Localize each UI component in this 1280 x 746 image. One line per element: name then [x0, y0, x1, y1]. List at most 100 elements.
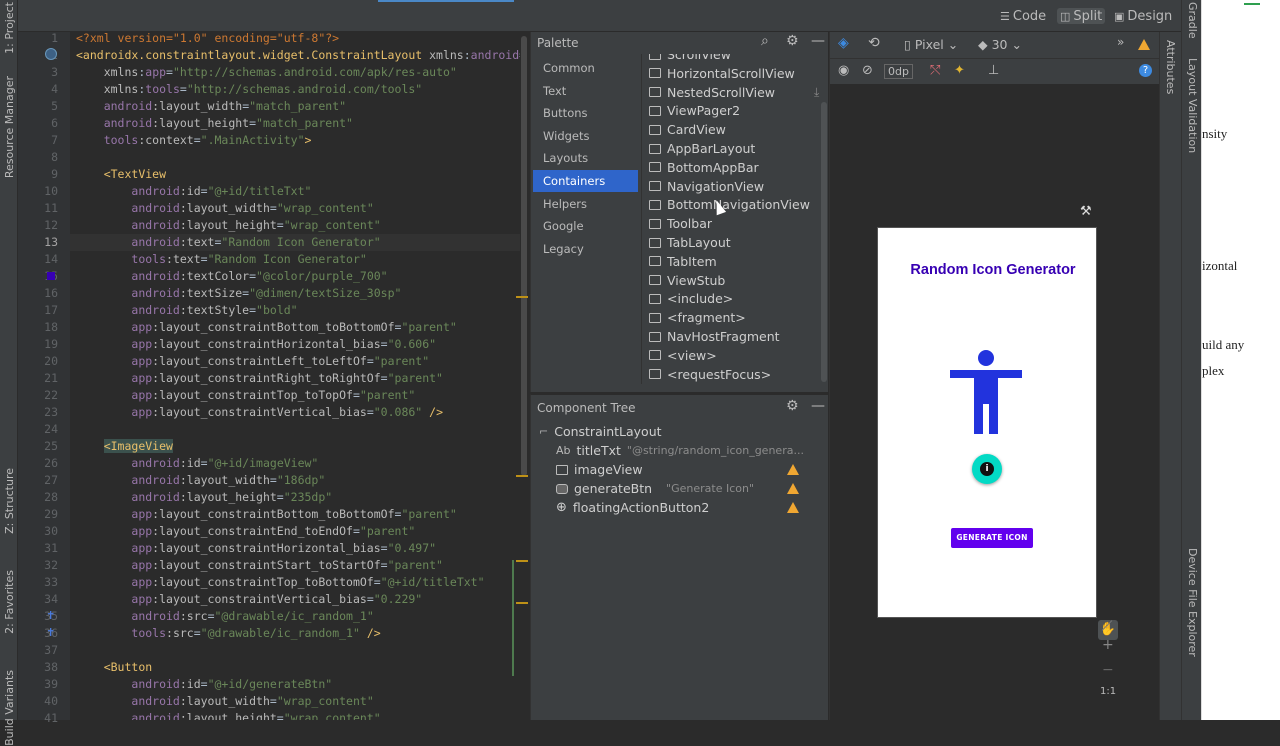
- zoom-actual-size[interactable]: 1:1: [1100, 686, 1116, 697]
- scroll-thumb[interactable]: [521, 36, 527, 476]
- code-line[interactable]: tools:context=".MainActivity">: [76, 132, 312, 149]
- code-line[interactable]: android:layout_width="wrap_content": [76, 693, 373, 710]
- palette-item[interactable]: Toolbar: [649, 214, 712, 233]
- palette-item[interactable]: ViewPager2: [649, 101, 740, 120]
- palette-item[interactable]: CardView: [649, 120, 726, 139]
- code-line[interactable]: android:textColor="@color/purple_700": [76, 268, 387, 285]
- palette-item[interactable]: BottomAppBar: [649, 158, 759, 177]
- code-line[interactable]: android:id="@+id/generateBtn": [76, 676, 332, 693]
- warning-icon[interactable]: [787, 464, 799, 475]
- code-line[interactable]: app:layout_constraintTop_toTopOf="parent…: [76, 387, 415, 404]
- code-line[interactable]: app:layout_constraintBottom_toBottomOf="…: [76, 319, 456, 336]
- download-icon[interactable]: ⤓: [814, 85, 819, 100]
- code-line[interactable]: app:layout_constraintStart_toStartOf="pa…: [76, 557, 443, 574]
- code-line[interactable]: android:layout_width="wrap_content": [76, 200, 373, 217]
- layers-icon[interactable]: ◈: [838, 35, 849, 51]
- clear-constraints-icon[interactable]: ⤲: [930, 63, 940, 78]
- tree-item-fab[interactable]: ⊕ floatingActionButton2: [556, 500, 709, 515]
- warning-icon[interactable]: [1138, 39, 1150, 50]
- palette-item[interactable]: TabLayout: [649, 233, 731, 252]
- palette-item[interactable]: NavigationView: [649, 177, 764, 196]
- code-line[interactable]: <ImageView: [76, 438, 173, 455]
- eye-icon[interactable]: ◉: [838, 63, 849, 78]
- gradle-tab[interactable]: Gradle: [1186, 2, 1199, 39]
- palette-item[interactable]: ViewStub: [649, 271, 725, 290]
- floating-action-button[interactable]: i: [972, 454, 1002, 484]
- code-line[interactable]: app:layout_constraintEnd_toEndOf="parent…: [76, 523, 415, 540]
- palette-item[interactable]: <fragment>: [649, 308, 746, 327]
- code-line[interactable]: android:id="@+id/imageView": [76, 455, 318, 472]
- code-line[interactable]: android:layout_width="186dp": [76, 472, 325, 489]
- code-line[interactable]: app:layout_constraintTop_toBottomOf="@+i…: [76, 574, 484, 591]
- split-mode-button[interactable]: ◫ Split: [1057, 8, 1106, 24]
- code-line[interactable]: tools:src="@drawable/ic_random_1" />: [76, 625, 380, 642]
- code-line[interactable]: <androidx.constraintlayout.widget.Constr…: [76, 47, 528, 64]
- palette-item[interactable]: HorizontalScrollView: [649, 64, 795, 83]
- code-line[interactable]: app:layout_constraintHorizontal_bias="0.…: [76, 336, 436, 353]
- search-icon[interactable]: ⌕: [761, 33, 769, 49]
- palette-item[interactable]: NavHostFragment: [649, 327, 780, 346]
- palette-item[interactable]: TabItem: [649, 252, 717, 271]
- favorites-tab[interactable]: 2: Favorites: [3, 570, 16, 634]
- tree-item-generatebtn[interactable]: generateBtn "Generate Icon": [556, 481, 754, 496]
- api-selector[interactable]: ◆ 30 ⌄: [978, 37, 1022, 52]
- code-line[interactable]: android:layout_height="wrap_content": [76, 710, 380, 720]
- code-line[interactable]: android:layout_height="235dp": [76, 489, 332, 506]
- tree-item-titletxt[interactable]: Ab titleTxt "@string/random_icon_genera.…: [556, 443, 804, 458]
- palette-item[interactable]: <view>: [649, 346, 717, 365]
- editor-scrollbar[interactable]: [520, 36, 528, 716]
- layout-validation-tab[interactable]: Layout Validation: [1186, 58, 1199, 153]
- code-line[interactable]: android:layout_width="match_parent": [76, 98, 346, 115]
- gear-icon[interactable]: ⚙: [786, 33, 799, 49]
- xml-code-editor[interactable]: <?xml version="1.0" encoding="utf-8"?> <a…: [70, 32, 528, 720]
- resource-manager-tab[interactable]: Resource Manager: [3, 76, 16, 178]
- code-mode-button[interactable]: ☰ Code: [1000, 8, 1046, 24]
- code-line[interactable]: app:layout_constraintRight_toRightOf="pa…: [76, 370, 443, 387]
- palette-item[interactable]: BottomNavigationView: [649, 195, 810, 214]
- palette-item[interactable]: AppBarLayout: [649, 139, 755, 158]
- code-line[interactable]: android:text="Random Icon Generator": [70, 234, 528, 251]
- device-selector[interactable]: ▯ Pixel ⌄: [904, 37, 958, 52]
- code-line[interactable]: android:src="@drawable/ic_random_1": [76, 608, 373, 625]
- tree-item-imageview[interactable]: imageView: [556, 462, 643, 477]
- code-line[interactable]: android:layout_height="match_parent": [76, 115, 353, 132]
- minimize-icon[interactable]: —: [811, 398, 825, 414]
- code-line[interactable]: <TextView: [76, 166, 166, 183]
- code-line[interactable]: android:textSize="@dimen/textSize_30sp": [76, 285, 401, 302]
- default-margin-selector[interactable]: 0dp: [884, 64, 913, 79]
- build-variants-tab[interactable]: Build Variants: [3, 670, 16, 746]
- zoom-in-icon[interactable]: +: [1102, 637, 1114, 653]
- code-line[interactable]: app:layout_constraintVertical_bias="0.22…: [76, 591, 422, 608]
- palette-item[interactable]: NestedScrollView: [649, 83, 775, 102]
- code-line[interactable]: app:layout_constraintVertical_bias="0.08…: [76, 404, 443, 421]
- layout-gutter-icon[interactable]: [45, 48, 57, 60]
- tree-root[interactable]: ⌐ ConstraintLayout: [539, 424, 662, 439]
- palette-item[interactable]: ScrollView: [649, 54, 731, 64]
- code-line[interactable]: tools:text="Random Icon Generator": [76, 251, 366, 268]
- preview-title[interactable]: Random Icon Generator: [878, 262, 1096, 278]
- magnet-icon[interactable]: ⊘: [862, 63, 873, 78]
- infer-constraints-icon[interactable]: ✦: [954, 63, 965, 78]
- design-mode-button[interactable]: ▣ Design: [1114, 8, 1172, 24]
- warning-icon[interactable]: [787, 483, 799, 494]
- attributes-tab[interactable]: Attributes: [1164, 40, 1177, 94]
- accessibility-icon[interactable]: [948, 349, 1024, 435]
- more-icon[interactable]: »: [1117, 35, 1124, 49]
- code-line[interactable]: xmlns:app="http://schemas.android.com/ap…: [76, 64, 457, 81]
- code-line[interactable]: android:textStyle="bold": [76, 302, 297, 319]
- structure-tab[interactable]: Z: Structure: [3, 468, 16, 534]
- gear-icon[interactable]: ⚙: [786, 398, 799, 414]
- palette-item[interactable]: <include>: [649, 289, 733, 308]
- orientation-icon[interactable]: ⟲: [868, 35, 880, 51]
- device-file-explorer-tab[interactable]: Device File Explorer: [1186, 548, 1199, 657]
- code-line[interactable]: <?xml version="1.0" encoding="utf-8"?>: [76, 32, 339, 47]
- palette-scrollbar[interactable]: [821, 102, 827, 382]
- code-line[interactable]: app:layout_constraintLeft_toLeftOf="pare…: [76, 353, 429, 370]
- project-tool-tab[interactable]: 1: Project: [3, 2, 16, 54]
- code-line[interactable]: android:id="@+id/titleTxt": [76, 183, 311, 200]
- device-preview[interactable]: Random Icon Generator i GENERATE ICON: [877, 227, 1097, 618]
- code-line[interactable]: app:layout_constraintBottom_toBottomOf="…: [76, 506, 456, 523]
- zoom-out-icon[interactable]: −: [1102, 662, 1114, 678]
- wrench-icon[interactable]: ⚒: [1080, 204, 1092, 219]
- code-line[interactable]: android:layout_height="wrap_content": [76, 217, 380, 234]
